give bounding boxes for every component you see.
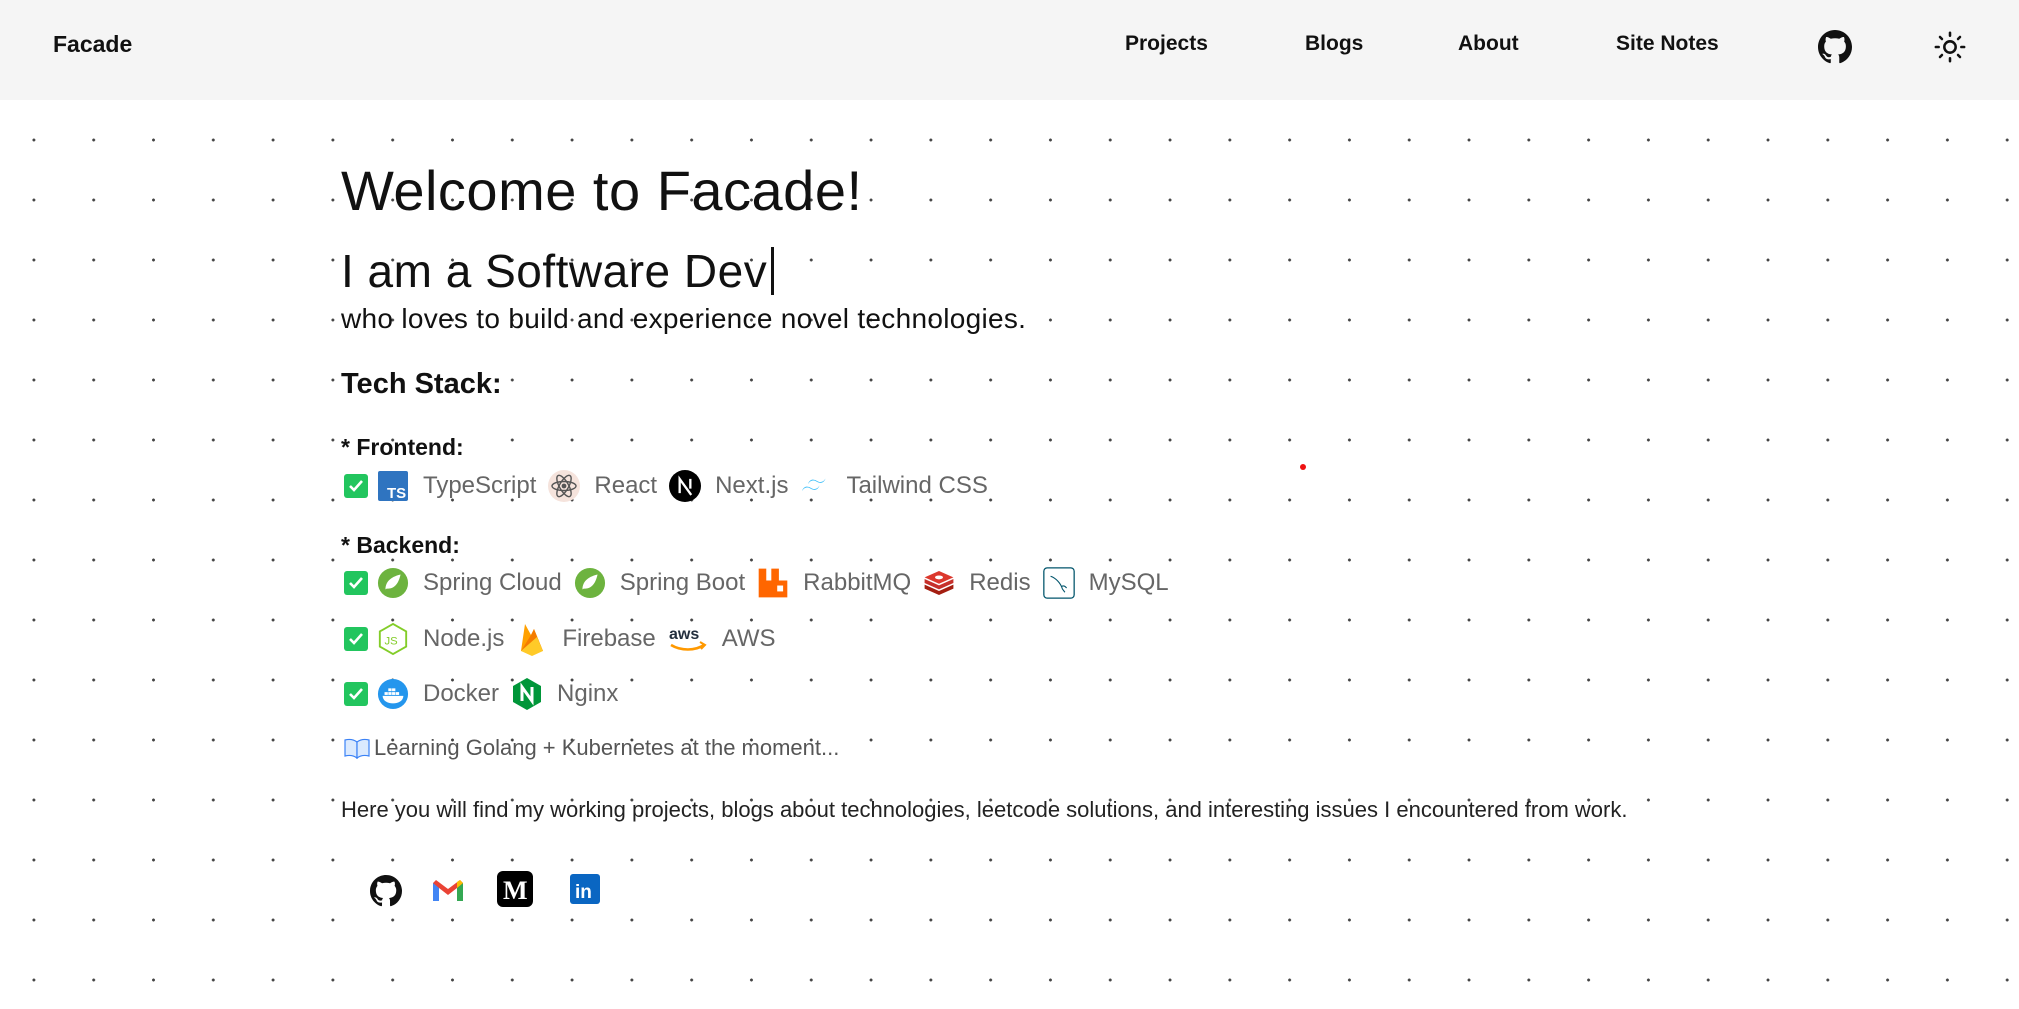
tech-spring-cloud: Spring Cloud xyxy=(377,567,562,599)
checkmark-icon xyxy=(344,571,368,595)
nodejs-icon: JS xyxy=(377,622,409,656)
page-title: Welcome to Facade! xyxy=(341,159,863,222)
tech-aws: aws AWS xyxy=(668,623,776,655)
tech-docker: Docker xyxy=(377,678,499,710)
svg-text:TS: TS xyxy=(387,485,406,501)
checkmark-icon xyxy=(344,474,368,498)
firebase-icon xyxy=(516,623,548,656)
tech-label: AWS xyxy=(721,625,776,652)
tech-label: Nginx xyxy=(557,680,619,707)
tech-label: TypeScript xyxy=(423,472,537,499)
tailwind-icon xyxy=(800,470,832,502)
frontend-row: TS TypeScript React Next.js Tailwind CSS xyxy=(344,466,1000,506)
svg-text:in: in xyxy=(575,882,592,903)
tech-label: MySQL xyxy=(1088,569,1169,596)
backend-row-1: Spring Cloud Spring Boot RabbitMQ Redis … xyxy=(344,563,1181,603)
linkedin-icon[interactable]: in xyxy=(569,873,601,905)
medium-icon[interactable]: M xyxy=(496,870,534,908)
cursor-dot xyxy=(1300,464,1306,470)
typing-caret xyxy=(771,247,775,295)
learning-text: Learning Golang + Kubernetes at the mome… xyxy=(374,735,840,760)
typescript-icon: TS xyxy=(377,470,409,502)
tech-label: RabbitMQ xyxy=(803,569,912,596)
nginx-icon xyxy=(511,678,543,710)
tech-firebase: Firebase xyxy=(516,623,656,656)
rabbitmq-icon xyxy=(757,567,789,599)
nav-blogs[interactable]: Blogs xyxy=(1305,32,1363,56)
tech-tailwind: Tailwind CSS xyxy=(800,470,988,502)
tech-stack-heading: Tech Stack: xyxy=(341,368,502,400)
backend-row-3: Docker Nginx xyxy=(344,674,630,714)
tech-typescript: TS TypeScript xyxy=(377,470,536,502)
backend-heading: * Backend: xyxy=(341,532,460,558)
learning-note: Learning Golang + Kubernetes at the mome… xyxy=(344,735,839,761)
checkmark-icon xyxy=(344,682,368,706)
sun-icon[interactable] xyxy=(1933,30,1967,64)
tech-label: Spring Boot xyxy=(619,569,746,596)
tech-react: React xyxy=(548,470,657,502)
tech-label: Spring Cloud xyxy=(423,569,562,596)
svg-text:JS: JS xyxy=(385,636,398,648)
spring-icon xyxy=(377,567,409,599)
tech-nodejs: JS Node.js xyxy=(377,622,505,656)
nextjs-icon xyxy=(669,470,702,502)
tech-nextjs: Next.js xyxy=(669,470,788,502)
tech-mysql: MySQL xyxy=(1042,567,1169,599)
book-icon xyxy=(344,737,370,759)
github-icon[interactable] xyxy=(368,873,404,909)
tech-rabbitmq: RabbitMQ xyxy=(757,567,911,599)
nav-site-notes[interactable]: Site Notes xyxy=(1616,32,1719,56)
react-icon xyxy=(548,470,581,502)
github-icon[interactable] xyxy=(1818,30,1852,64)
typed-text: I am a Software Dev xyxy=(341,245,768,297)
top-navbar: Facade Projects Blogs About Site Notes xyxy=(0,0,2019,100)
tech-nginx: Nginx xyxy=(511,678,618,710)
gmail-icon[interactable] xyxy=(429,871,467,909)
tech-spring-boot: Spring Boot xyxy=(574,567,745,599)
svg-text:aws: aws xyxy=(669,626,699,643)
tech-label: Redis xyxy=(969,569,1031,596)
docker-icon xyxy=(377,678,409,710)
mysql-icon xyxy=(1042,567,1075,599)
tech-label: Tailwind CSS xyxy=(846,472,988,499)
spring-boot-icon xyxy=(574,567,606,599)
intro-paragraph: Here you will find my working projects, … xyxy=(341,797,1628,822)
frontend-heading: * Frontend: xyxy=(341,434,464,460)
svg-text:M: M xyxy=(503,876,528,905)
redis-icon xyxy=(923,567,955,599)
tech-label: Next.js xyxy=(715,472,789,499)
typed-headline: I am a Software Dev xyxy=(341,244,775,298)
tech-label: Node.js xyxy=(423,625,505,652)
tech-label: Docker xyxy=(423,680,500,707)
nav-about[interactable]: About xyxy=(1458,32,1519,56)
checkmark-icon xyxy=(344,627,368,651)
tech-label: Firebase xyxy=(562,625,656,652)
backend-row-2: JS Node.js Firebase aws AWS xyxy=(344,619,788,659)
tech-label: React xyxy=(594,472,658,499)
tech-redis: Redis xyxy=(923,567,1031,599)
aws-icon: aws xyxy=(668,623,708,655)
hero-subtitle: who loves to build and experience novel … xyxy=(341,303,1027,334)
nav-projects[interactable]: Projects xyxy=(1125,32,1208,56)
site-brand[interactable]: Facade xyxy=(53,31,132,58)
